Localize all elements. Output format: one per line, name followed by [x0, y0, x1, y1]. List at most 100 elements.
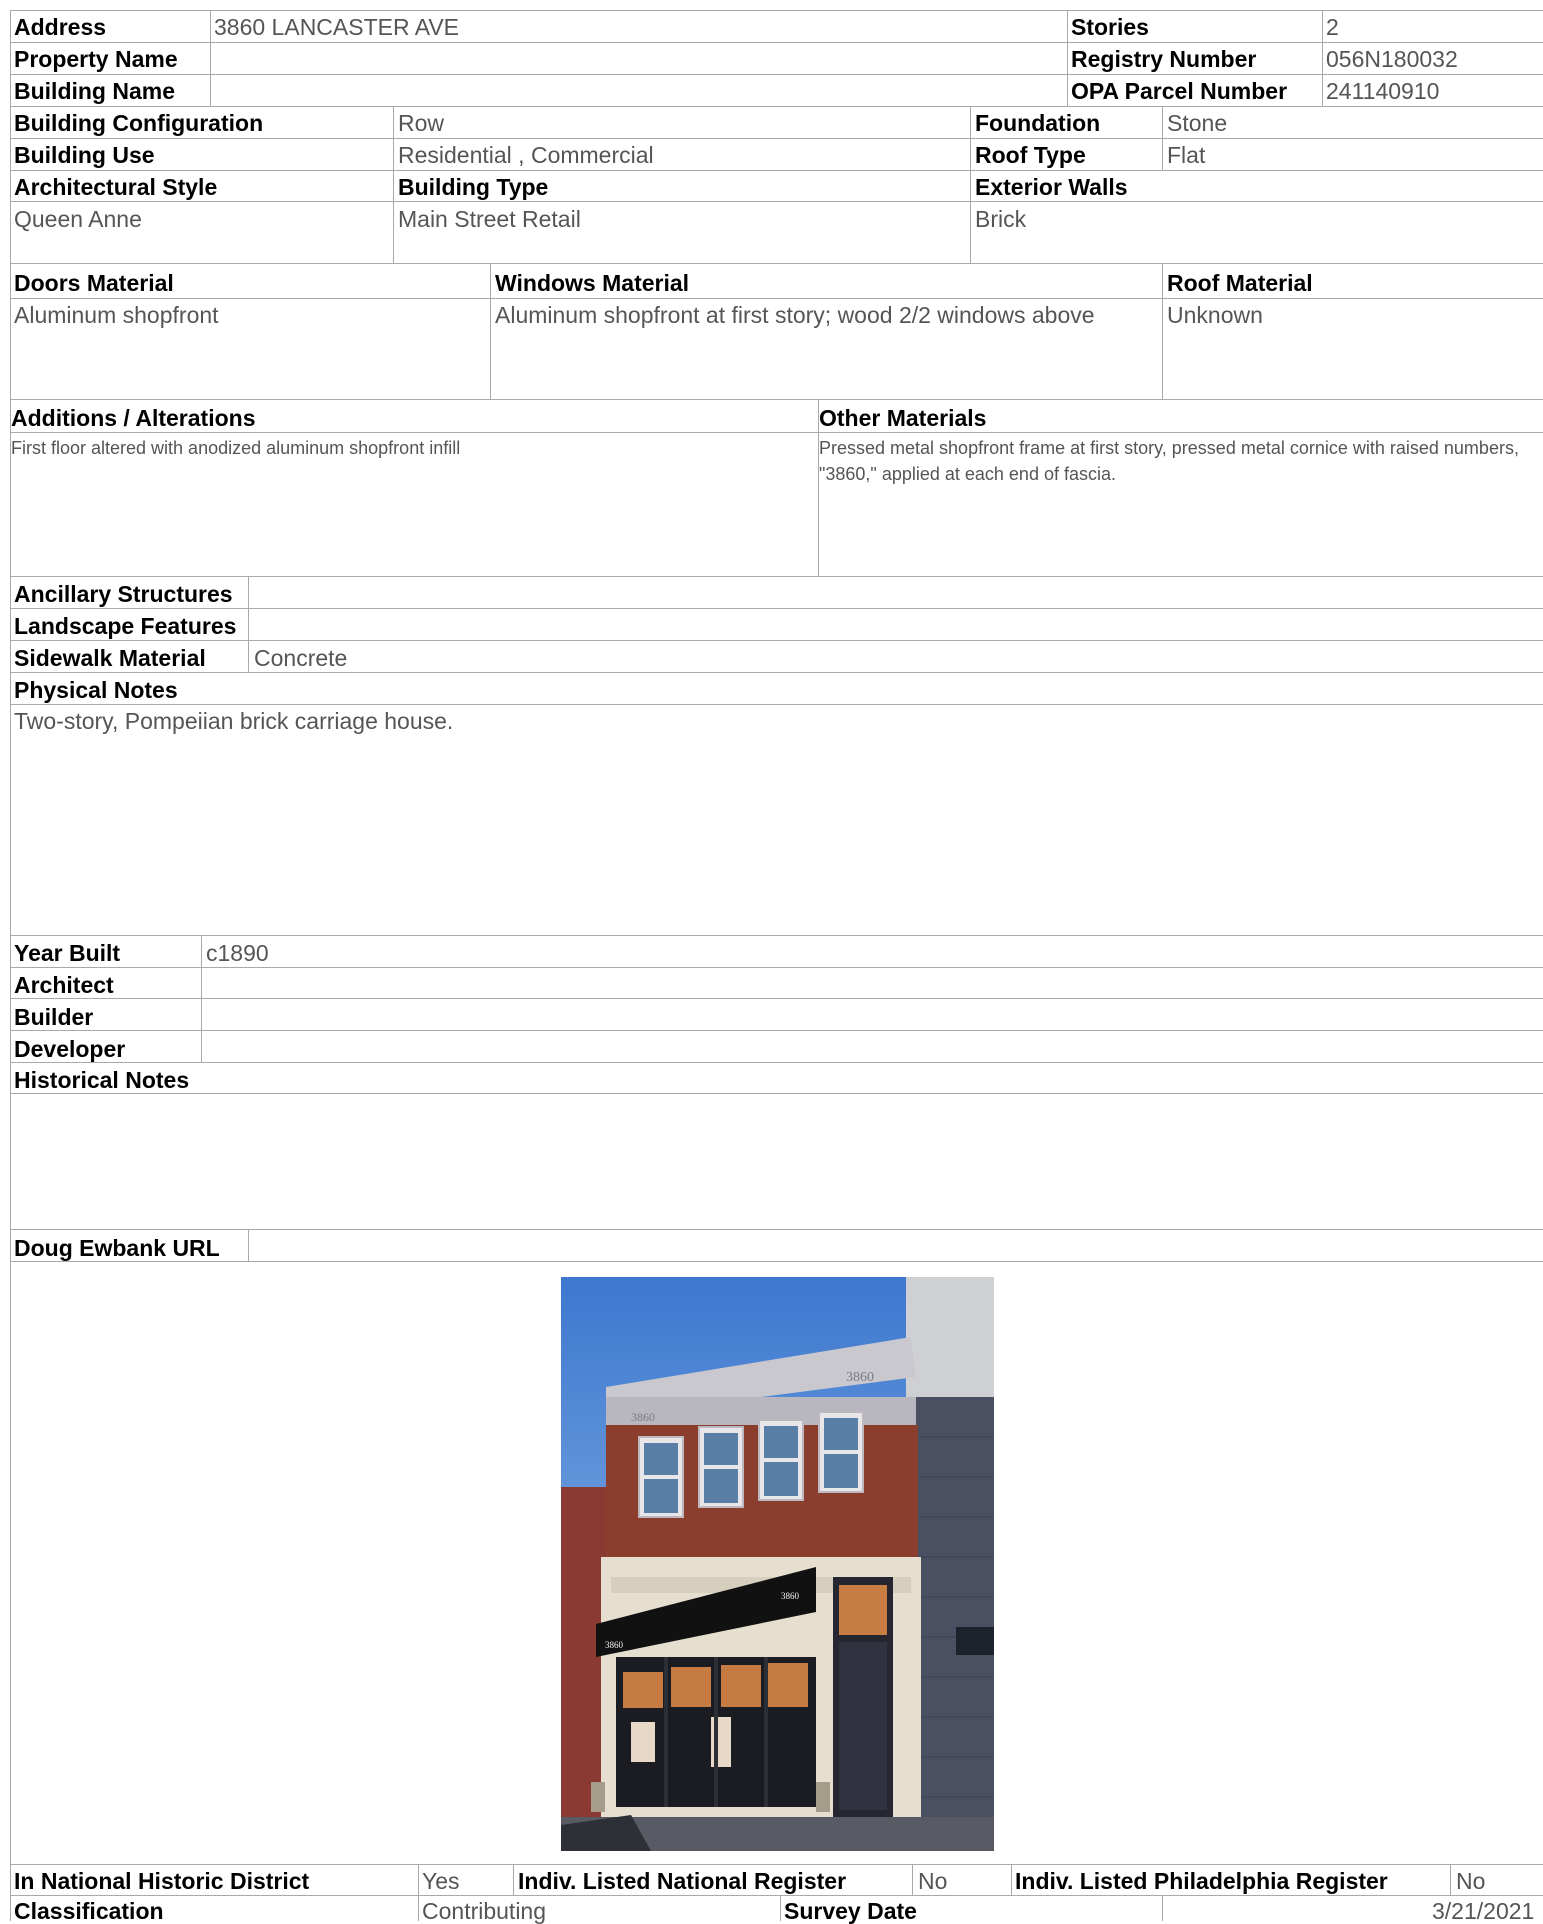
rule — [10, 263, 1543, 264]
stories-value: 2 — [1326, 14, 1339, 40]
col-rule — [248, 576, 249, 672]
rule — [10, 998, 1543, 999]
left-border — [10, 10, 11, 1921]
building-configuration-label: Building Configuration — [14, 110, 264, 136]
classification-label: Classification — [14, 1898, 164, 1924]
building-type-label: Building Type — [398, 174, 549, 200]
building-use-label: Building Use — [14, 142, 155, 168]
foundation-value: Stone — [1167, 110, 1228, 136]
building-use-value: Residential , Commercial — [398, 142, 654, 168]
col-rule — [1450, 1864, 1451, 1895]
survey-date-value: 3/21/2021 — [1432, 1898, 1535, 1924]
national-historic-district-value: Yes — [422, 1868, 460, 1894]
rule — [10, 1030, 1543, 1031]
rule — [10, 138, 1543, 139]
rule — [10, 201, 1543, 202]
col-rule — [248, 1229, 249, 1261]
col-rule — [513, 1864, 514, 1895]
rule — [10, 432, 1543, 433]
awning-number-right: 3860 — [781, 1591, 800, 1601]
rule — [10, 935, 1543, 936]
rule — [10, 1864, 1543, 1865]
col-rule — [912, 1864, 913, 1895]
physical-notes-label: Physical Notes — [14, 677, 178, 703]
additions-alterations-label: Additions / Alterations — [11, 405, 256, 431]
awning-number-left: 3860 — [605, 1640, 624, 1650]
col-rule — [418, 1864, 419, 1921]
exterior-walls-label: Exterior Walls — [975, 174, 1128, 200]
col-rule — [393, 170, 394, 263]
col-rule — [393, 106, 394, 170]
national-historic-district-label: In National Historic District — [14, 1868, 310, 1894]
opa-parcel-value: 241140910 — [1326, 78, 1440, 104]
doug-ewbank-url-label: Doug Ewbank URL — [14, 1235, 220, 1261]
cornice-number-left: 3860 — [631, 1410, 655, 1424]
philadelphia-register-label: Indiv. Listed Philadelphia Register — [1015, 1868, 1388, 1894]
rule — [10, 74, 1543, 75]
rule — [10, 106, 1543, 107]
opa-parcel-label: OPA Parcel Number — [1071, 78, 1288, 104]
col-rule — [1162, 1895, 1163, 1921]
architectural-style-label: Architectural Style — [14, 174, 218, 200]
col-rule — [1322, 10, 1323, 106]
col-rule — [201, 935, 202, 1062]
rule — [10, 1261, 1543, 1262]
other-materials-value: Pressed metal shopfront frame at first s… — [819, 438, 1519, 484]
doors-material-label: Doors Material — [14, 270, 174, 296]
rule — [10, 1062, 1543, 1063]
building-configuration-value: Row — [398, 110, 445, 136]
builder-label: Builder — [14, 1004, 94, 1030]
additions-alterations-value: First floor altered with anodized alumin… — [11, 438, 461, 458]
rule — [10, 967, 1543, 968]
registry-number-value: 056N180032 — [1326, 46, 1458, 72]
classification-value: Contributing — [422, 1898, 547, 1924]
registry-number-label: Registry Number — [1071, 46, 1257, 72]
rule — [10, 608, 1543, 609]
col-rule — [1011, 1864, 1012, 1895]
col-rule — [970, 106, 971, 170]
building-photo-drawing: 3860 3860 3860 3860 — [561, 1277, 994, 1851]
rule — [10, 672, 1543, 673]
cornice-number-right: 3860 — [846, 1370, 874, 1385]
rule — [10, 399, 1543, 400]
landscape-features-label: Landscape Features — [14, 613, 237, 639]
doors-material-value: Aluminum shopfront — [14, 302, 219, 328]
rule — [10, 704, 1543, 705]
exterior-walls-value: Brick — [975, 206, 1027, 232]
roof-material-value: Unknown — [1167, 302, 1263, 328]
other-materials-label: Other Materials — [819, 405, 987, 431]
building-type-value: Main Street Retail — [398, 206, 581, 232]
building-photo: 3860 3860 3860 3860 — [561, 1277, 994, 1851]
col-rule — [490, 263, 491, 399]
national-register-label: Indiv. Listed National Register — [518, 1868, 847, 1894]
ancillary-structures-label: Ancillary Structures — [14, 581, 233, 607]
sidewalk-material-value: Concrete — [254, 645, 348, 671]
windows-material-label: Windows Material — [495, 270, 690, 296]
historical-notes-label: Historical Notes — [14, 1067, 190, 1093]
address-label: Address — [14, 14, 107, 40]
rule — [10, 1895, 1543, 1896]
rule — [10, 10, 1543, 11]
foundation-label: Foundation — [975, 110, 1101, 136]
survey-date-label: Survey Date — [784, 1898, 917, 1924]
sidewalk-material-label: Sidewalk Material — [14, 645, 206, 671]
physical-notes-value: Two-story, Pompeiian brick carriage hous… — [14, 708, 454, 734]
developer-label: Developer — [14, 1036, 126, 1062]
rule — [10, 1229, 1543, 1230]
property-name-label: Property Name — [14, 46, 178, 72]
address-value: 3860 LANCASTER AVE — [214, 14, 460, 40]
windows-material-value: Aluminum shopfront at first story; wood … — [495, 302, 1095, 328]
rule — [10, 576, 1543, 577]
col-rule — [970, 170, 971, 263]
col-rule — [1067, 10, 1068, 106]
roof-type-value: Flat — [1167, 142, 1206, 168]
rule — [10, 170, 1543, 171]
col-rule — [780, 1895, 781, 1921]
year-built-value: c1890 — [206, 940, 269, 966]
rule — [10, 298, 1543, 299]
rule — [10, 1093, 1543, 1094]
architectural-style-value: Queen Anne — [14, 206, 142, 232]
col-rule — [210, 10, 211, 106]
roof-type-label: Roof Type — [975, 142, 1086, 168]
roof-material-label: Roof Material — [1167, 270, 1313, 296]
